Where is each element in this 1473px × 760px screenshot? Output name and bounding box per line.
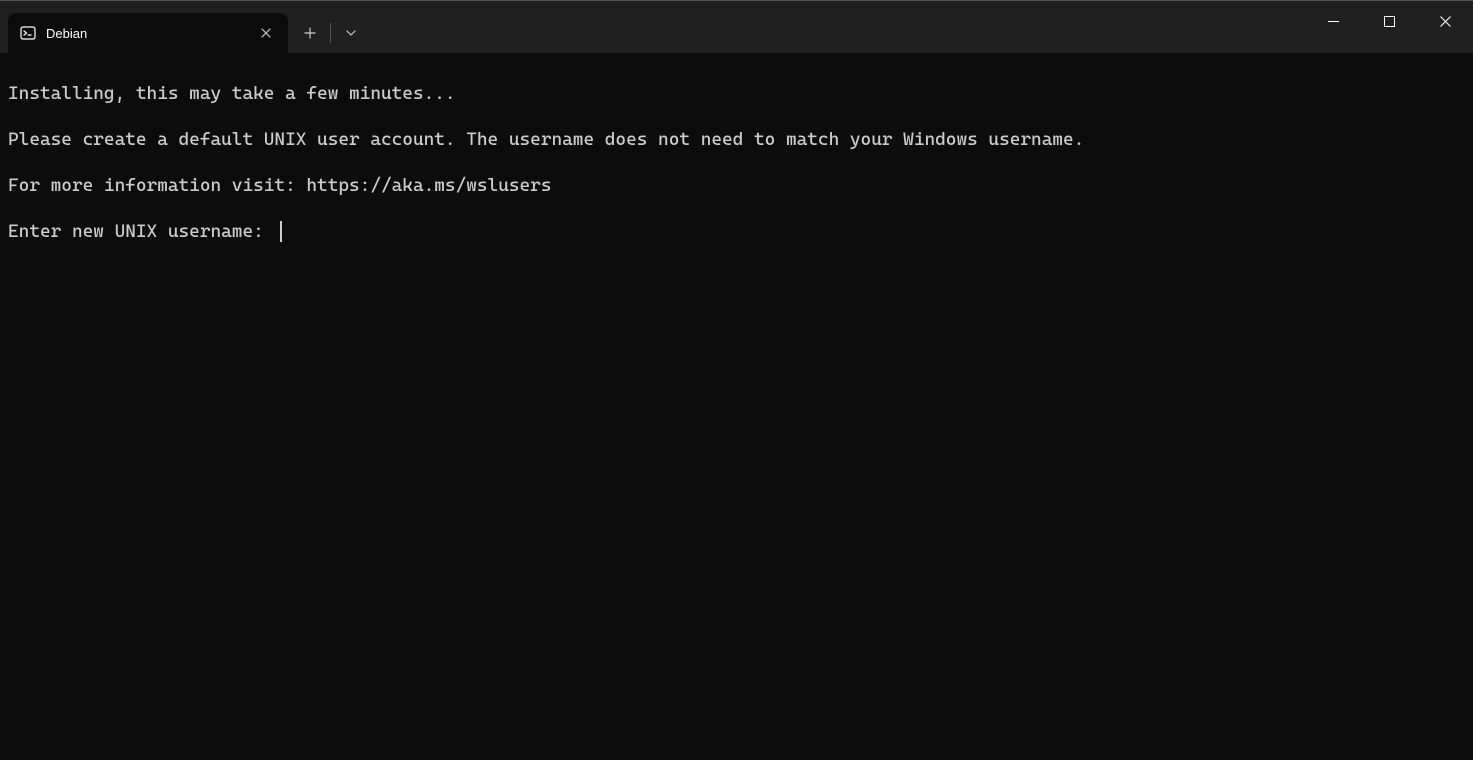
close-button[interactable]	[1417, 1, 1473, 41]
tab-actions	[292, 13, 369, 53]
tab-dropdown-button[interactable]	[333, 15, 369, 51]
prompt-line: Enter new UNIX username:	[8, 220, 1465, 243]
terminal-output[interactable]: Installing, this may take a few minutes.…	[0, 53, 1473, 272]
minimize-button[interactable]	[1305, 1, 1361, 41]
tab-close-button[interactable]	[254, 21, 278, 45]
window-controls	[1305, 1, 1473, 41]
tab-debian[interactable]: Debian	[8, 13, 288, 53]
tab-title: Debian	[46, 26, 254, 41]
divider	[330, 23, 331, 43]
tabs-container: Debian	[0, 1, 369, 53]
new-tab-button[interactable]	[292, 15, 328, 51]
titlebar: Debian	[0, 1, 1473, 53]
prompt-text: Enter new UNIX username:	[8, 220, 274, 243]
cursor	[280, 221, 282, 242]
terminal-line: Installing, this may take a few minutes.…	[8, 82, 1465, 105]
terminal-line: Please create a default UNIX user accoun…	[8, 128, 1465, 151]
maximize-button[interactable]	[1361, 1, 1417, 41]
terminal-line: For more information visit: https://aka.…	[8, 174, 1465, 197]
terminal-icon	[20, 25, 36, 41]
